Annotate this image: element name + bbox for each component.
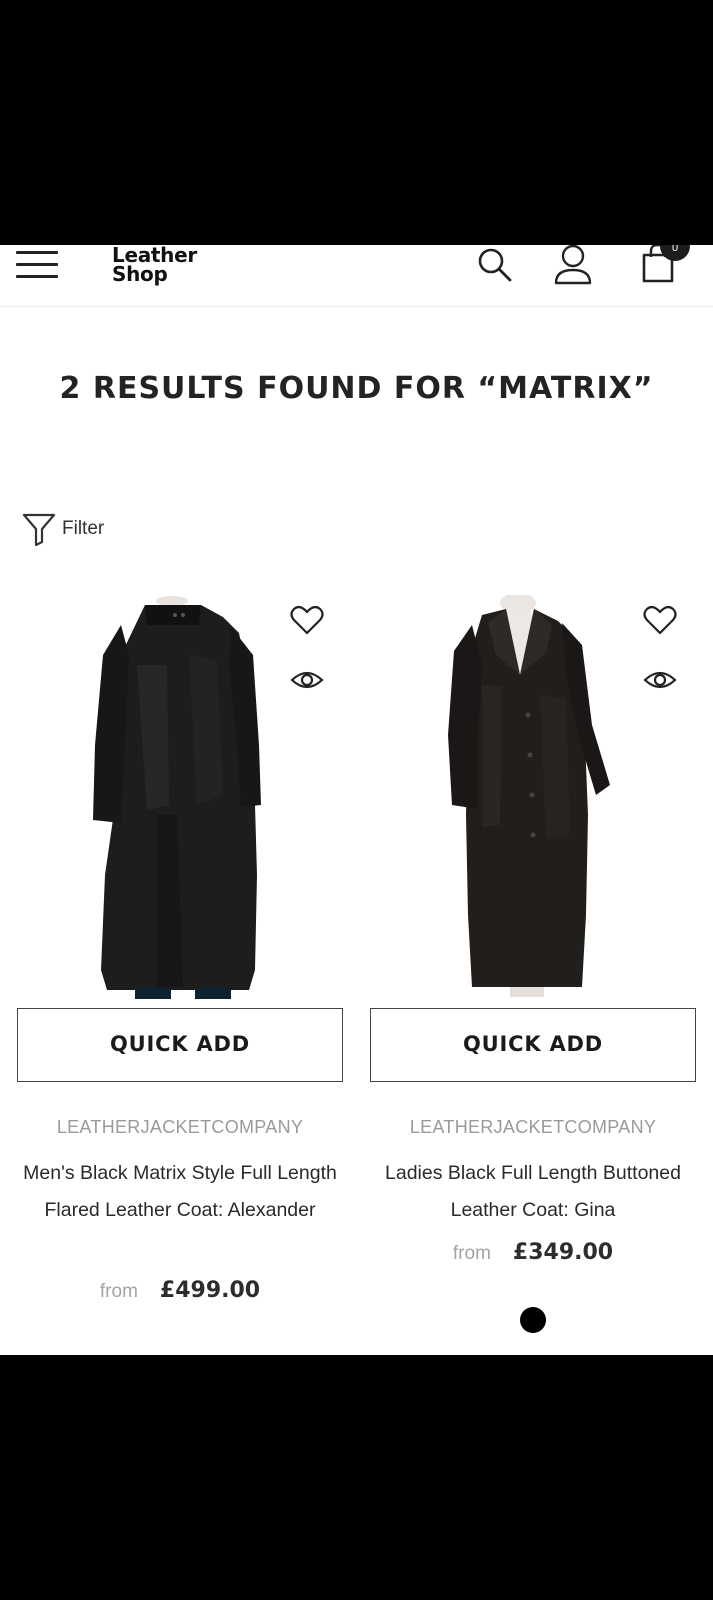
site-logo[interactable]: Leather Shop bbox=[112, 245, 197, 286]
site-header: Leather Shop 0 bbox=[0, 245, 713, 307]
product-title[interactable]: Ladies Black Full Length Buttoned Leathe… bbox=[370, 1155, 696, 1229]
search-icon[interactable] bbox=[476, 245, 516, 285]
quick-view-eye-icon[interactable] bbox=[290, 667, 324, 693]
menu-icon[interactable] bbox=[16, 247, 60, 283]
price-row: from £349.00 bbox=[370, 1240, 696, 1265]
product-price: £349.00 bbox=[512, 1240, 614, 1265]
product-title[interactable]: Men's Black Matrix Style Full Length Fla… bbox=[17, 1155, 343, 1229]
logo-line-2: Shop bbox=[112, 262, 168, 286]
filter-button[interactable]: Filter bbox=[22, 512, 104, 546]
price-from-label: from bbox=[99, 1281, 138, 1302]
product-vendor: LEATHERJACKETCOMPANY bbox=[56, 1117, 304, 1137]
quick-add-button[interactable]: QUICK ADD bbox=[17, 1008, 343, 1082]
product-vendor: LEATHERJACKETCOMPANY bbox=[409, 1117, 657, 1137]
top-black-bar bbox=[0, 0, 713, 245]
price-from-label: from bbox=[452, 1243, 491, 1264]
product-price: £499.00 bbox=[159, 1278, 261, 1303]
search-results-page: Leather Shop 0 2 RESULTS FOUND FOR “MATR… bbox=[0, 245, 713, 1355]
filter-label: Filter bbox=[62, 518, 105, 539]
account-icon[interactable] bbox=[553, 245, 593, 287]
price-row: from £499.00 bbox=[17, 1278, 343, 1303]
results-heading: 2 RESULTS FOUND FOR “MATRIX” bbox=[59, 371, 654, 406]
wishlist-heart-icon[interactable] bbox=[643, 605, 677, 635]
color-swatch-black[interactable] bbox=[520, 1307, 546, 1333]
quick-add-button[interactable]: QUICK ADD bbox=[370, 1008, 696, 1082]
wishlist-heart-icon[interactable] bbox=[290, 605, 324, 635]
quick-view-eye-icon[interactable] bbox=[643, 667, 677, 693]
filter-icon bbox=[22, 513, 56, 546]
bottom-black-bar bbox=[0, 1355, 713, 1600]
product-image-ladies-coat[interactable] bbox=[370, 593, 696, 1000]
product-image-mens-coat[interactable] bbox=[17, 595, 343, 1000]
